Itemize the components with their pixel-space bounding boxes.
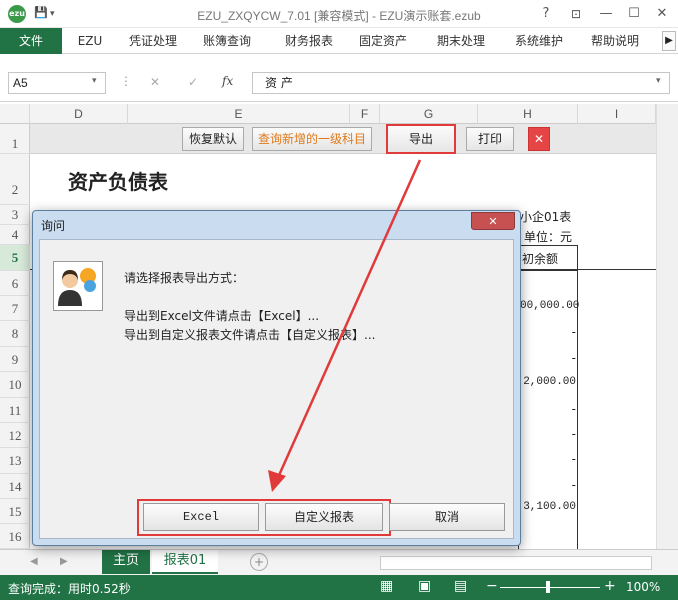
export-dialog: 询问 ✕ 请选择报表导出方式： 导出到Excel文件请点击【Excel】... … [32, 210, 521, 546]
row-header[interactable]: 7 [0, 296, 30, 321]
enter-edit-icon[interactable]: ✓ [188, 75, 198, 89]
add-sheet-icon[interactable]: + [250, 553, 268, 571]
row-header[interactable]: 1 [0, 124, 30, 154]
normal-view-icon[interactable]: ▦ [380, 578, 393, 594]
page-layout-icon[interactable]: ▣ [418, 578, 431, 594]
column-header-g[interactable]: G [380, 104, 478, 124]
tab-file[interactable]: 文件 [0, 28, 62, 54]
sheet-scroll-right-icon[interactable]: ▶ [60, 556, 68, 567]
tab-voucher[interactable]: 凭证处理 [122, 28, 184, 54]
column-header-d[interactable]: D [30, 104, 128, 124]
form-number: 小企01表 [520, 210, 572, 224]
excel-button[interactable]: Excel [143, 503, 259, 531]
report-toolbar: 恢复默认 查询新增的一级科目 导出 打印 ✕ [30, 124, 656, 154]
column-headers: D E F G H I [0, 104, 656, 124]
tab-period-end[interactable]: 期末处理 [430, 28, 492, 54]
zoom-level[interactable]: 100% [626, 580, 660, 594]
tab-fixed-assets[interactable]: 固定资产 [352, 28, 414, 54]
horizontal-scrollbar[interactable] [380, 556, 652, 570]
tab-reports[interactable]: 财务报表 [278, 28, 340, 54]
vertical-scrollbar[interactable] [656, 104, 678, 549]
zoom-slider-thumb[interactable] [546, 581, 550, 593]
print-button[interactable]: 打印 [466, 127, 514, 151]
row-headers: 1 2 3 4 5 6 7 8 9 10 11 12 13 14 15 16 [0, 124, 30, 549]
zoom-out-icon[interactable]: − [486, 578, 498, 594]
row-header[interactable]: 9 [0, 347, 30, 372]
row-header[interactable]: 4 [0, 225, 30, 245]
cancel-button[interactable]: 取消 [389, 503, 505, 531]
dialog-body: 请选择报表导出方式： 导出到Excel文件请点击【Excel】... 导出到自定… [39, 239, 514, 539]
row-header[interactable]: 10 [0, 372, 30, 398]
title-bar: ezu 💾 ▾ EZU_ZXQYCW_7.01 [兼容模式] - EZU演示账套… [0, 0, 678, 28]
custom-report-button[interactable]: 自定义报表 [265, 503, 383, 531]
dialog-line-custom: 导出到自定义报表文件请点击【自定义报表】... [124, 328, 376, 342]
status-bar: 查询完成：用时0.52秒 ▦ ▣ ▤ − + 100% [0, 575, 678, 600]
sheet-tabs-bar: ◀ ▶ 主页 报表01 + [0, 549, 678, 575]
sheet-tab-home[interactable]: 主页 [102, 550, 150, 574]
report-title: 资产负债表 [68, 170, 168, 194]
table-cell[interactable]: - [520, 402, 576, 416]
zoom-slider[interactable] [500, 587, 600, 588]
column-balance-header: 初余额 [522, 252, 559, 266]
row-header[interactable]: 8 [0, 321, 30, 347]
zoom-in-icon[interactable]: + [604, 578, 616, 594]
ribbon-options-icon[interactable]: ⊡ [566, 4, 586, 24]
row-header[interactable]: 5 [0, 245, 30, 271]
row-header[interactable]: 15 [0, 499, 30, 524]
ribbon-tabs: 文件 EZU 凭证处理 账簿查询 财务报表 固定资产 期末处理 系统维护 帮助说… [0, 28, 678, 54]
row-header[interactable]: 11 [0, 398, 30, 423]
tab-help[interactable]: 帮助说明 [584, 28, 646, 54]
close-report-button[interactable]: ✕ [528, 127, 550, 151]
dialog-close-button[interactable]: ✕ [471, 212, 515, 230]
ribbon-scroll-right-icon[interactable]: ▶ [662, 31, 676, 51]
formula-grip-icon: ⋮ [120, 74, 132, 88]
formula-bar: A5 ▾ ⋮ ✕ ✓ fx 资 产 ▾ [0, 54, 678, 102]
row-header[interactable]: 14 [0, 474, 30, 499]
sheet-scroll-left-icon[interactable]: ◀ [30, 556, 38, 567]
query-new-accounts-button[interactable]: 查询新增的一级科目 [252, 127, 372, 151]
tab-ledger[interactable]: 账簿查询 [196, 28, 258, 54]
unit-label: 单位：元 [524, 230, 573, 244]
table-cell[interactable]: - [520, 325, 576, 339]
column-header-e[interactable]: E [128, 104, 350, 124]
table-cell[interactable]: - [520, 452, 576, 466]
restore-default-button[interactable]: 恢复默认 [182, 127, 244, 151]
column-header-h[interactable]: H [478, 104, 578, 124]
minimize-button[interactable]: — [596, 4, 616, 24]
row-header[interactable]: 6 [0, 271, 30, 296]
dialog-line-excel: 导出到Excel文件请点击【Excel】... [124, 309, 320, 323]
row-header[interactable]: 2 [0, 154, 30, 205]
tab-system[interactable]: 系统维护 [508, 28, 570, 54]
export-button[interactable]: 导出 [386, 124, 456, 154]
insert-function-icon[interactable]: fx [222, 74, 233, 88]
help-button[interactable]: ? [536, 4, 556, 24]
formula-input[interactable]: 资 产 [252, 72, 670, 94]
table-cell[interactable]: - [520, 478, 576, 492]
table-cell[interactable]: 3,100.00 [520, 501, 576, 513]
tab-ezu[interactable]: EZU [70, 28, 110, 54]
table-cell[interactable]: 00,000.00 [520, 300, 579, 312]
column-header-f[interactable]: F [350, 104, 380, 124]
table-cell[interactable]: 2,000.00 [520, 376, 576, 388]
status-text: 查询完成：用时0.52秒 [8, 582, 131, 596]
dialog-title: 询问 [41, 219, 66, 233]
sheet-tab-report[interactable]: 报表01 [152, 550, 218, 574]
select-all-corner[interactable] [0, 104, 30, 124]
name-box-dropdown-icon[interactable]: ▾ [92, 76, 97, 86]
column-header-i[interactable]: I [578, 104, 656, 124]
maximize-icon[interactable]: ☐ [624, 4, 644, 24]
row-header[interactable]: 16 [0, 524, 30, 549]
row-header[interactable]: 13 [0, 448, 30, 474]
dialog-prompt: 请选择报表导出方式： [124, 271, 245, 285]
row-header[interactable]: 12 [0, 423, 30, 448]
close-window-button[interactable]: ✕ [652, 4, 672, 24]
table-cell[interactable]: - [520, 427, 576, 441]
row-header[interactable]: 3 [0, 205, 30, 225]
cancel-edit-icon[interactable]: ✕ [150, 75, 160, 89]
user-avatar-icon [53, 261, 103, 311]
page-break-icon[interactable]: ▤ [454, 578, 467, 594]
formula-expand-icon[interactable]: ▾ [656, 76, 661, 86]
table-cell[interactable]: - [520, 351, 576, 365]
